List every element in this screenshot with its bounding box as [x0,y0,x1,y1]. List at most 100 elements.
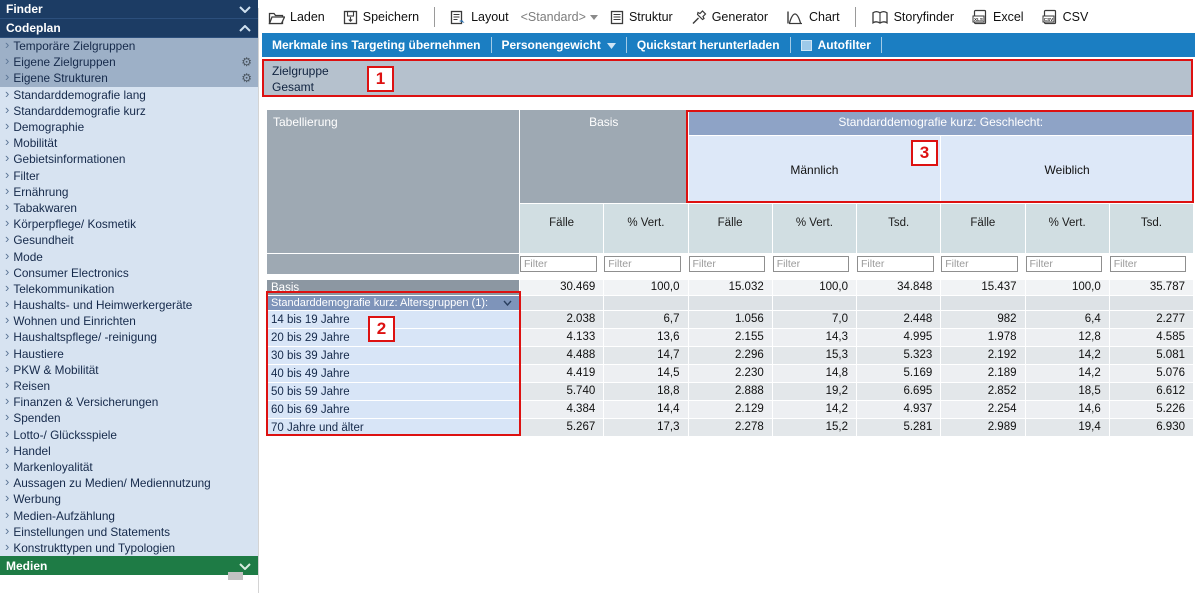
sidebar-item[interactable]: ›Spenden [0,410,258,426]
sidebar-item[interactable]: ›Werbung [0,491,258,507]
excel-button[interactable]: XLSExcel [966,7,1030,27]
sidebar-item[interactable]: ›Finanzen & Versicherungen [0,394,258,410]
sidebar-item[interactable]: ›Wohnen und Einrichten [0,313,258,329]
finder-label: Finder [6,2,43,16]
table-row-label[interactable]: 14 bis 19 Jahre [267,311,519,328]
targeting-button[interactable]: Merkmale ins Targeting übernehmen [262,33,491,57]
sidebar-item[interactable]: ›Lotto-/ Glücksspiele [0,427,258,443]
gear-icon[interactable]: ⚙ [241,55,252,69]
autofilter-toggle[interactable]: Autofilter [791,33,881,57]
value-cell: 2.189 [941,365,1024,382]
filter-input[interactable] [520,256,597,272]
chart-button[interactable]: Chart [780,8,846,27]
personengewicht-dropdown[interactable]: Personengewicht [492,33,626,57]
structure-button[interactable]: Struktur [604,8,679,27]
sidebar-item[interactable]: ›Standarddemografie kurz [0,103,258,119]
layout-button[interactable]: Layout [444,8,515,27]
book-icon [871,10,889,25]
chevron-right-icon: › [5,526,9,536]
sidebar-item[interactable]: ›Gebietsinformationen [0,151,258,167]
filter-input[interactable] [773,256,850,272]
sidebar-item[interactable]: ›Körperpflege/ Kosmetik [0,216,258,232]
sidebar-item[interactable]: ›Handel [0,443,258,459]
table-row-label[interactable]: 60 bis 69 Jahre [267,401,519,418]
filter-input[interactable] [689,256,766,272]
sidebar-item[interactable]: ›Eigene Zielgruppen⚙ [0,54,258,70]
sidebar-item[interactable]: › Haushaltspflege/ -reinigung [0,329,258,345]
sidebar-item[interactable]: ›Haustiere [0,346,258,362]
sidebar-item[interactable]: ›Tabakwaren [0,200,258,216]
sidebar-section-codeplan[interactable]: Codeplan [0,19,258,38]
chevron-down-icon [503,297,512,309]
table-row-label[interactable]: 30 bis 39 Jahre [267,347,519,364]
chevron-right-icon: › [5,331,9,341]
sidebar-item[interactable]: ›Konstrukttypen und Typologien [0,540,258,556]
table-row-label[interactable]: 20 bis 29 Jahre [267,329,519,346]
value-cell: 18,5 [1026,383,1109,400]
sidebar-item[interactable]: ›Standarddemografie lang [0,87,258,103]
value-cell: 4.488 [520,347,603,364]
sidebar-section-medien[interactable]: Medien [0,556,258,575]
basis-value-cell: 30.469 [520,280,603,295]
chevron-right-icon: › [5,170,9,180]
xls-file-icon: XLS [972,9,988,25]
sidebar-item[interactable]: ›Filter [0,168,258,184]
sidebar-divider [258,8,259,593]
value-cell: 1.978 [941,329,1024,346]
sidebar-item[interactable]: ›Temporäre Zielgruppen [0,38,258,54]
sidebar-item[interactable]: ›Medien-Aufzählung [0,507,258,523]
value-cell: 2.852 [941,383,1024,400]
sidebar-item[interactable]: ›Haushalts- und Heimwerkergeräte [0,297,258,313]
target-group-value: Gesamt [272,79,1191,95]
sidebar-item[interactable]: ›Ernährung [0,184,258,200]
sidebar-item[interactable]: ›Consumer Electronics [0,265,258,281]
load-button[interactable]: Laden [262,8,331,27]
sidebar-item[interactable]: ›Mode [0,248,258,264]
sidebar-item-label: Körperpflege/ Kosmetik [13,217,254,231]
value-cell: 5.323 [857,347,940,364]
empty-cell [857,296,940,310]
sidebar-item[interactable]: ›Demographie [0,119,258,135]
storyfinder-button[interactable]: Storyfinder [865,8,960,27]
table-row-label[interactable]: 70 Jahre und älter [267,419,519,436]
filter-cell [773,254,856,274]
table-row-label[interactable]: 50 bis 59 Jahre [267,383,519,400]
sidebar-item[interactable]: ›Mobilität [0,135,258,151]
filter-input[interactable] [941,256,1018,272]
quickstart-button[interactable]: Quickstart herunterladen [627,33,790,57]
sidebar-item[interactable]: ›Aussagen zu Medien/ Mediennutzung [0,475,258,491]
gear-icon[interactable]: ⚙ [241,71,252,85]
sidebar-section-finder[interactable]: Finder [0,0,258,19]
sidebar-item[interactable]: ›Eigene Strukturen⚙ [0,70,258,86]
basis-value-cell: 100,0 [773,280,856,295]
filter-cell [1110,254,1193,274]
filter-input[interactable] [1110,256,1187,272]
filter-input[interactable] [1026,256,1103,272]
sidebar-item-label: Haushaltspflege/ -reinigung [13,330,254,344]
age-group-dropdown[interactable]: Standarddemografie kurz: Altersgruppen (… [267,296,519,310]
sidebar-item[interactable]: ›Einstellungen und Statements [0,524,258,540]
filter-row-corner [267,254,519,274]
save-button[interactable]: Speichern [337,8,425,27]
chevron-right-icon: › [5,315,9,325]
generator-button[interactable]: Generator [685,8,774,27]
filter-input[interactable] [604,256,681,272]
sidebar-item[interactable]: ›Reisen [0,378,258,394]
quickstart-label: Quickstart herunterladen [637,38,780,52]
filter-cell [857,254,940,274]
value-cell: 6,7 [604,311,687,328]
csv-button[interactable]: CSVCSV [1036,7,1095,27]
sidebar-item-label: Eigene Zielgruppen [13,55,241,69]
scrollbar-thumb[interactable] [228,572,243,580]
empty-cell [604,296,687,310]
layout-standard-dropdown[interactable]: <Standard> [521,10,598,24]
sidebar-item[interactable]: ›Gesundheit [0,232,258,248]
value-cell: 2.448 [857,311,940,328]
sidebar-item[interactable]: ›Telekommunikation [0,281,258,297]
table-row-label[interactable]: 40 bis 49 Jahre [267,365,519,382]
sidebar-item[interactable]: ›PKW & Mobilität [0,362,258,378]
basis-value-cell: 34.848 [857,280,940,295]
filter-input[interactable] [857,256,934,272]
sidebar-item[interactable]: ›Markenloyalität [0,459,258,475]
pin-icon [691,10,707,25]
